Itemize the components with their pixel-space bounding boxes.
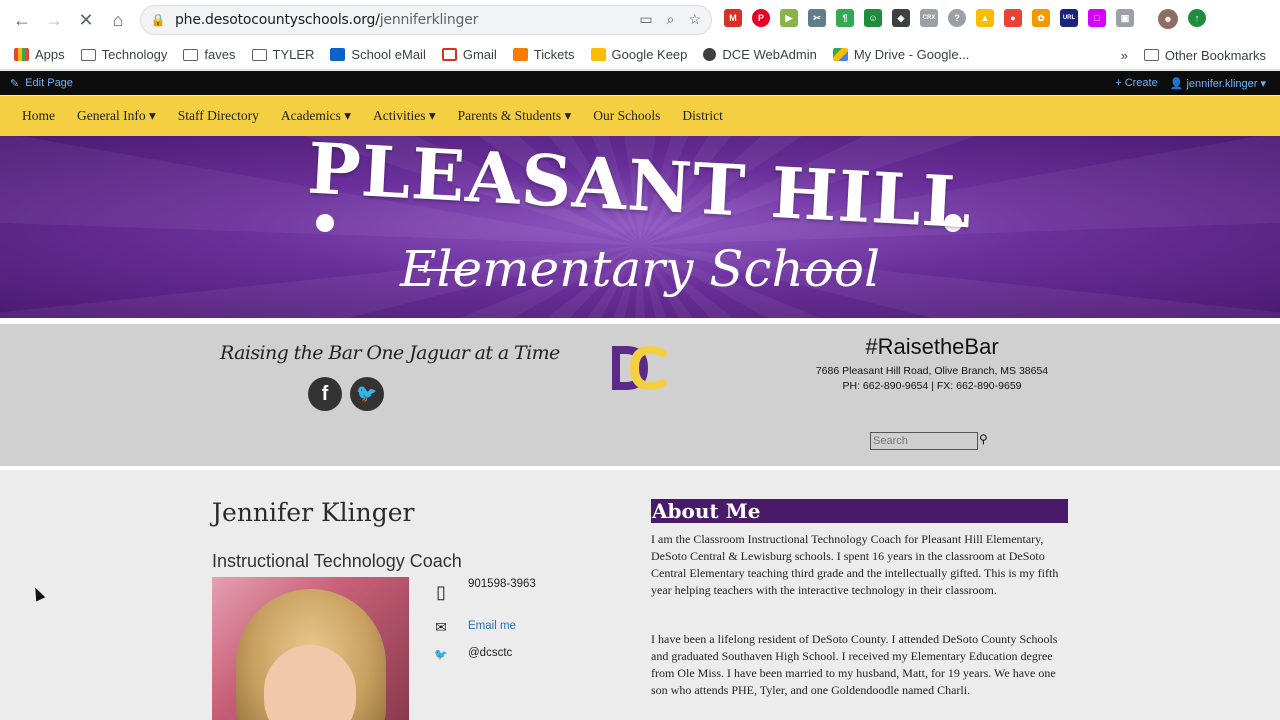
banner-dot-left [316,214,334,232]
outlook-icon [330,48,346,61]
contact-phone: ▯ 901598-3963 [432,578,536,604]
site-navigation: Home General Info ▾ Staff Directory Acad… [0,96,1280,136]
tickets-icon [512,48,528,61]
screencastify-ext-icon[interactable]: ▶ [780,9,798,27]
edit-icon: ✎ [10,77,20,90]
twitter-handle: @dcsctc [468,647,513,659]
mobile-phone-icon: ▯ [436,581,446,602]
twitter-bird-icon: 🐦 [434,648,448,661]
bookmark-tyler[interactable]: TYLER [251,47,314,62]
school-phone-fax: PH: 662-890-9654 | FX: 662-890-9659 [842,380,1022,392]
back-arrow-icon[interactable]: ← [6,4,38,36]
create-link[interactable]: + Create [1115,77,1158,89]
site-search-input[interactable] [870,432,978,450]
scissors-ext-icon[interactable]: ✂ [808,9,826,27]
bookmark-school-email[interactable]: School eMail [330,47,426,62]
classroom-ext-icon[interactable]: ☺ [864,9,882,27]
hashtag-heading: #RaisetheBar [865,334,999,359]
gmail-ext-icon[interactable]: M [724,9,742,27]
contact-email: ✉ Email me [432,618,516,635]
school-address: 7686 Pleasant Hill Road, Olive Branch, M… [815,365,1049,377]
bookmarks-bar: Apps Technology faves TYLER School eMail… [0,40,1280,70]
bookmark-tickets[interactable]: Tickets [512,47,575,62]
user-menu[interactable]: 👤 jennifer.klinger ▾ [1170,77,1266,90]
bookmark-apps[interactable]: Apps [14,47,65,62]
nav-home[interactable]: Home [22,108,55,124]
envelope-icon: ✉ [435,618,447,635]
green-ext-icon[interactable]: ¶ [836,9,854,27]
help-ext-icon[interactable]: ? [948,9,966,27]
folder-icon [80,48,96,61]
bookmark-google-keep[interactable]: Google Keep [590,47,687,62]
edit-page-link[interactable]: ✎ Edit Page [10,77,73,90]
stop-loading-icon[interactable]: ✕ [70,4,102,36]
admin-bar: ✎ Edit Page + Create 👤 jennifer.klinger ▾ [0,71,1280,95]
url-text: phe.desotocountyschools.org/jenniferklin… [175,12,479,28]
folder-icon [251,48,267,61]
orange-ext-icon[interactable]: ✿ [1032,9,1050,27]
avatar-icon[interactable]: ☻ [1158,9,1178,29]
shield-ext-icon[interactable]: ◈ [892,9,910,27]
phone-number: 901598-3963 [468,578,536,590]
banner-subtitle: Elementary School [400,240,880,298]
nav-district[interactable]: District [682,108,723,124]
contact-twitter: 🐦 @dcsctc [432,647,512,661]
header-info-band: Raising the Bar One Jaguar at a Time f 🐦… [0,324,1280,466]
about-me-heading: About Me [651,499,1068,523]
nav-academics[interactable]: Academics ▾ [281,108,351,124]
folder-icon [183,48,199,61]
keep-icon [590,48,606,61]
about-paragraph-2: I have been a lifelong resident of DeSot… [651,632,1058,697]
profile-name: Jennifer Klinger [212,498,415,527]
school-banner[interactable]: PLEASANT HILL Elementary School [0,136,1280,318]
crx-ext-icon[interactable]: CRX [920,9,938,27]
email-link[interactable]: Email me [468,620,516,632]
nav-staff-directory[interactable]: Staff Directory [178,108,259,124]
extensions-bar: M P ▶ ✂ ¶ ☺ ◈ CRX ? ▲ ● ✿ URL □ ▣ ☻ ↑ [724,9,1206,29]
nav-general-info[interactable]: General Info ▾ [77,108,156,124]
drive-icon [832,48,848,61]
pinterest-ext-icon[interactable]: P [752,9,770,27]
drive-ext-icon[interactable]: ▲ [976,9,994,27]
profile-role: Instructional Technology Coach [212,551,462,571]
bookmarks-overflow-icon[interactable]: » [1121,48,1128,63]
globe-icon [703,48,717,61]
star-icon[interactable]: ☆ [688,11,701,28]
zoom-icon[interactable]: ⌕ [667,11,675,28]
address-bar[interactable]: 🔒 phe.desotocountyschools.org/jenniferkl… [140,5,712,35]
apps-grid-icon [14,48,29,61]
bookmark-gmail[interactable]: Gmail [441,47,497,62]
pink-ext-icon[interactable]: □ [1088,9,1106,27]
profile-photo [212,577,409,720]
gmail-icon [441,48,457,61]
forward-arrow-icon[interactable]: → [38,4,70,36]
browser-toolbar: ← → ✕ ⌂ 🔒 phe.desotocountyschools.org/je… [0,0,1280,40]
about-paragraph-1: I am the Classroom Instructional Technol… [651,532,1059,597]
red-ext-icon[interactable]: ● [1004,9,1022,27]
bookmark-other-bookmarks[interactable]: Other Bookmarks [1143,48,1266,63]
update-icon[interactable]: ↑ [1188,9,1206,27]
nav-parents-students[interactable]: Parents & Students ▾ [458,108,572,124]
bookmark-faves[interactable]: faves [183,47,236,62]
cast-icon[interactable]: ▭ [639,11,652,28]
bookmark-my-drive[interactable]: My Drive - Google... [832,47,969,62]
main-content: Jennifer Klinger Instructional Technolog… [0,470,1280,720]
search-icon[interactable]: ⚲ [979,432,988,446]
bookmark-dce-webadmin[interactable]: DCE WebAdmin [703,47,817,62]
home-icon[interactable]: ⌂ [102,4,134,36]
folder-icon [1143,49,1159,61]
lock-icon: 🔒 [150,13,166,27]
bookmark-technology[interactable]: Technology [80,47,167,62]
nav-activities[interactable]: Activities ▾ [373,108,436,124]
window-ext-icon[interactable]: ▣ [1116,9,1134,27]
url-shortener-ext-icon[interactable]: URL [1060,9,1078,27]
nav-our-schools[interactable]: Our Schools [593,108,660,124]
